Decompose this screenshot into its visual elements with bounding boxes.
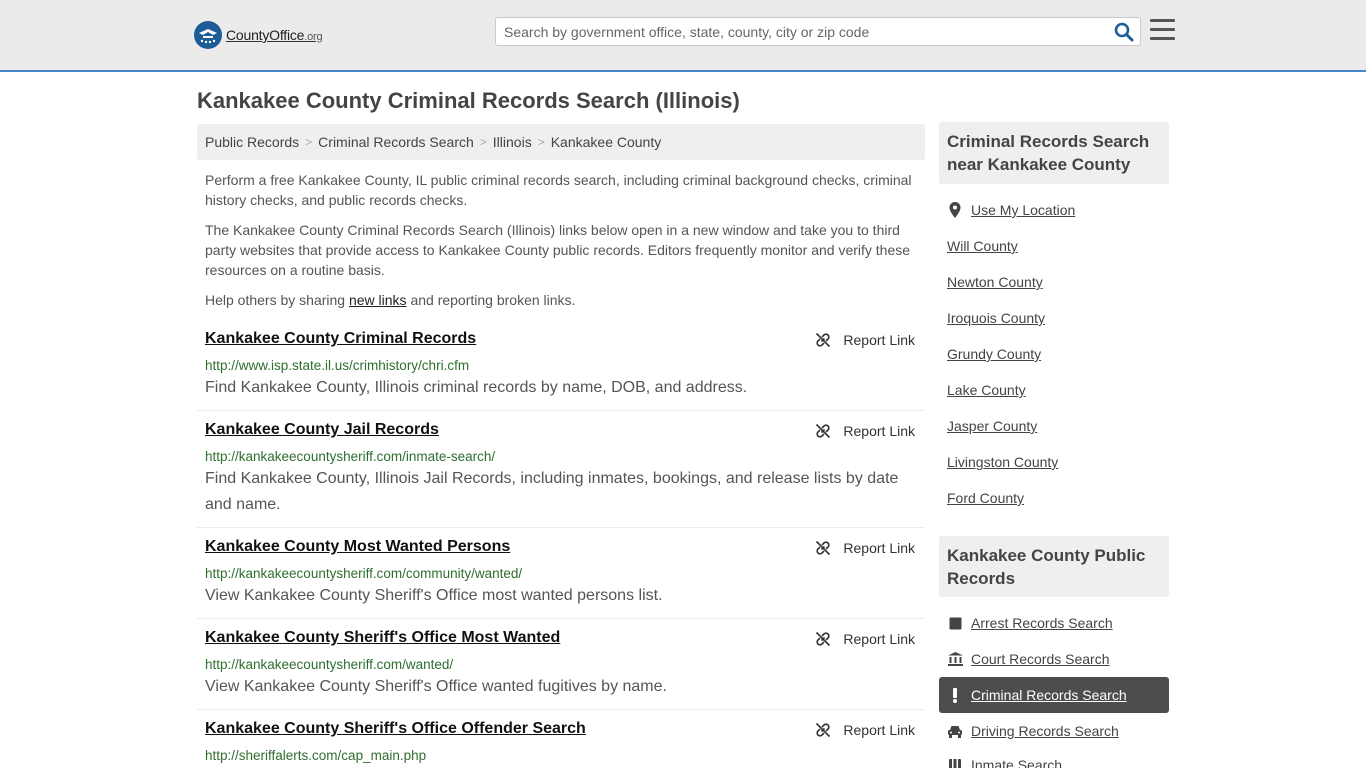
logo-seal-icon xyxy=(194,21,222,49)
report-link-button[interactable]: Report Link xyxy=(815,423,915,439)
chevron-right-icon: > xyxy=(305,135,313,149)
inmate-icon xyxy=(947,757,963,768)
nearby-county-link[interactable]: Iroquois County xyxy=(947,310,1045,326)
breadcrumb-criminal-records-search[interactable]: Criminal Records Search xyxy=(318,134,474,150)
nearby-county-link[interactable]: Will County xyxy=(947,238,1018,254)
record-title-link[interactable]: Kankakee County Most Wanted Persons xyxy=(205,538,510,556)
arrest-records-search-link[interactable]: Arrest Records Search xyxy=(947,615,1113,631)
report-link-button[interactable]: Report Link xyxy=(815,631,915,647)
page-title: Kankakee County Criminal Records Search … xyxy=(197,88,740,113)
court-records-search-link[interactable]: Court Records Search xyxy=(947,651,1110,667)
breadcrumb: Public Records > Criminal Records Search… xyxy=(197,124,925,160)
record-title-link[interactable]: Kankakee County Jail Records xyxy=(205,421,439,439)
nearby-county-link[interactable]: Livingston County xyxy=(947,454,1058,470)
record-url: http://kankakeecountysheriff.com/communi… xyxy=(205,566,523,581)
report-link-label: Report Link xyxy=(843,631,915,647)
record-item: Kankakee County Sheriff's Office Most Wa… xyxy=(197,629,925,710)
record-item: Kankakee County Jail Records Report Link… xyxy=(197,421,925,528)
nearby-county-link[interactable]: Grundy County xyxy=(947,346,1041,362)
record-title-link[interactable]: Kankakee County Criminal Records xyxy=(205,330,476,348)
record-title-link[interactable]: Kankakee County Sheriff's Office Most Wa… xyxy=(205,629,560,647)
nearby-county-link[interactable]: Newton County xyxy=(947,274,1043,290)
inmate-search-link[interactable]: Inmate Search xyxy=(947,757,1062,768)
report-link-button[interactable]: Report Link xyxy=(815,540,915,556)
report-link-label: Report Link xyxy=(843,540,915,556)
record-title-link[interactable]: Kankakee County Sheriff's Office Offende… xyxy=(205,720,586,738)
report-link-label: Report Link xyxy=(843,722,915,738)
report-link-button[interactable]: Report Link xyxy=(815,722,915,738)
intro-paragraph-1: Perform a free Kankakee County, IL publi… xyxy=(205,172,912,208)
breadcrumb-kankakee-county[interactable]: Kankakee County xyxy=(551,134,662,150)
record-description: View Kankakee County Sheriff's Office mo… xyxy=(205,587,663,604)
search-box xyxy=(495,17,1141,46)
hamburger-menu-icon[interactable] xyxy=(1150,19,1176,43)
broken-link-icon xyxy=(816,332,831,348)
record-url: http://www.isp.state.il.us/crimhistory/c… xyxy=(205,358,470,373)
intro-paragraph-2: The Kankakee County Criminal Records Sea… xyxy=(205,222,911,278)
broken-link-icon xyxy=(816,423,831,439)
criminal-records-search-link[interactable]: Criminal Records Search xyxy=(947,687,1127,703)
record-description: Find Kankakee County, Illinois Jail Reco… xyxy=(205,470,899,513)
record-url: http://kankakeecountysheriff.com/wanted/ xyxy=(205,657,454,672)
courthouse-icon xyxy=(947,651,963,667)
intro-paragraph-3: Help others by sharing new links and rep… xyxy=(205,292,576,308)
report-link-button[interactable]: Report Link xyxy=(815,332,915,348)
broken-link-icon xyxy=(816,540,831,556)
record-description: Find Kankakee County, Illinois criminal … xyxy=(205,379,748,396)
nearby-county-link[interactable]: Jasper County xyxy=(947,418,1037,434)
map-pin-icon xyxy=(947,202,963,218)
chevron-right-icon: > xyxy=(479,135,487,149)
record-description: View Kankakee County Sheriff's Office wa… xyxy=(205,678,667,695)
record-item: Kankakee County Sheriff's Office Offende… xyxy=(197,720,925,768)
search-input[interactable] xyxy=(496,18,1106,45)
breadcrumb-public-records[interactable]: Public Records xyxy=(205,134,299,150)
broken-link-icon xyxy=(816,631,831,647)
record-url: http://kankakeecountysheriff.com/inmate-… xyxy=(205,449,496,464)
search-icon[interactable] xyxy=(1114,22,1134,42)
exclamation-icon xyxy=(947,687,963,703)
use-my-location-link[interactable]: Use My Location xyxy=(947,202,1075,218)
sidebar-public-records-heading: Kankakee County Public Records xyxy=(939,536,1169,597)
nearby-county-link[interactable]: Ford County xyxy=(947,490,1024,506)
nearby-county-link[interactable]: Lake County xyxy=(947,382,1026,398)
square-icon xyxy=(947,615,963,631)
breadcrumb-illinois[interactable]: Illinois xyxy=(493,134,532,150)
site-logo[interactable]: CountyOffice.org xyxy=(194,20,323,50)
sidebar-nearby-heading: Criminal Records Search near Kankakee Co… xyxy=(939,122,1169,184)
record-item: Kankakee County Criminal Records Report … xyxy=(197,330,925,411)
report-link-label: Report Link xyxy=(843,332,915,348)
logo-text: CountyOffice.org xyxy=(226,27,323,43)
report-link-label: Report Link xyxy=(843,423,915,439)
record-item: Kankakee County Most Wanted Persons Repo… xyxy=(197,538,925,619)
new-links-link[interactable]: new links xyxy=(349,292,407,308)
driving-records-search-link[interactable]: Driving Records Search xyxy=(947,723,1119,739)
site-header: CountyOffice.org xyxy=(0,0,1366,72)
broken-link-icon xyxy=(816,722,831,738)
chevron-right-icon: > xyxy=(537,135,545,149)
car-icon xyxy=(947,723,963,739)
record-url: http://sheriffalerts.com/cap_main.php xyxy=(205,748,427,763)
